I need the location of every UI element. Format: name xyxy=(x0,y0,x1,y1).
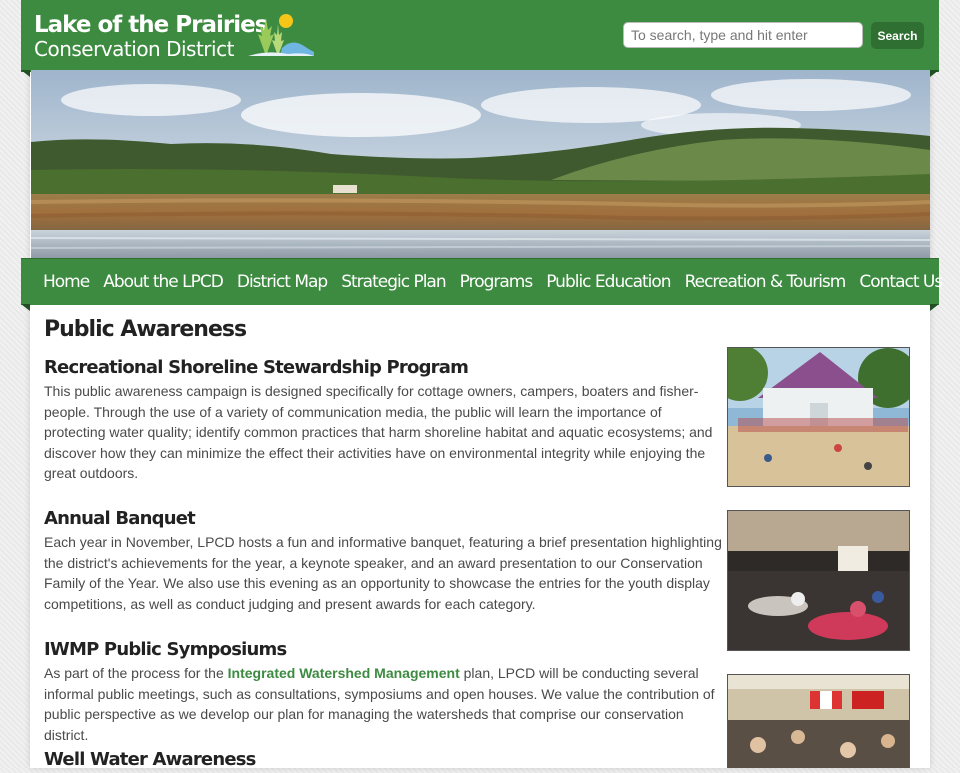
section-well-water: Well Water Awareness xyxy=(44,747,724,773)
ribbon-fold-left xyxy=(21,70,30,77)
section-heading: IWMP Public Symposiums xyxy=(44,639,287,660)
section-body: As part of the process for the Integrate… xyxy=(44,663,724,745)
nav-item-public-education[interactable]: Public Education xyxy=(546,272,671,292)
ribbon-fold-right xyxy=(930,70,939,77)
nav-item-strategic-plan[interactable]: Strategic Plan xyxy=(341,272,446,292)
section-heading: Annual Banquet xyxy=(44,508,196,529)
nav-item-recreation-tourism[interactable]: Recreation & Tourism xyxy=(685,272,847,292)
logo-landscape-icon xyxy=(248,12,314,63)
logo-title: Lake of the Prairies xyxy=(34,12,268,38)
main-content: Public Awareness Recreational Shoreline … xyxy=(44,313,724,770)
main-nav: Home About the LPCD District Map Strateg… xyxy=(21,258,943,305)
nav-item-about[interactable]: About the LPCD xyxy=(103,272,224,292)
section-iwmp: IWMP Public Symposiums As part of the pr… xyxy=(44,637,724,745)
section-body: Each year in November, LPCD hosts a fun … xyxy=(44,534,722,612)
section-heading: Well Water Awareness xyxy=(44,749,256,770)
site-logo[interactable]: Lake of the Prairies Conservation Distri… xyxy=(34,12,268,61)
body-text: As part of the process for the xyxy=(44,665,228,681)
nav-fold-right xyxy=(930,304,939,311)
nav-fold-left xyxy=(21,304,30,311)
nav-item-programs[interactable]: Programs xyxy=(460,272,534,292)
nav-item-home[interactable]: Home xyxy=(43,272,90,292)
search-button[interactable]: Search xyxy=(871,22,924,49)
nav-item-contact[interactable]: Contact Us xyxy=(859,272,943,292)
photo-shoreline-event xyxy=(727,347,910,487)
logo-subtitle: Conservation District xyxy=(34,37,234,61)
section-body: This public awareness campaign is design… xyxy=(44,383,713,481)
iwmp-link[interactable]: Integrated Watershed Management xyxy=(228,665,460,681)
page-title: Public Awareness xyxy=(44,317,247,342)
photo-annual-banquet xyxy=(727,510,910,651)
section-shoreline: Recreational Shoreline Stewardship Progr… xyxy=(44,355,724,484)
nav-item-district-map[interactable]: District Map xyxy=(237,272,328,292)
photo-iwmp-symposium xyxy=(727,674,910,768)
banner-image xyxy=(30,70,931,258)
search-input[interactable] xyxy=(623,22,863,48)
section-banquet: Annual Banquet Each year in November, LP… xyxy=(44,506,724,614)
section-heading: Recreational Shoreline Stewardship Progr… xyxy=(44,357,469,378)
